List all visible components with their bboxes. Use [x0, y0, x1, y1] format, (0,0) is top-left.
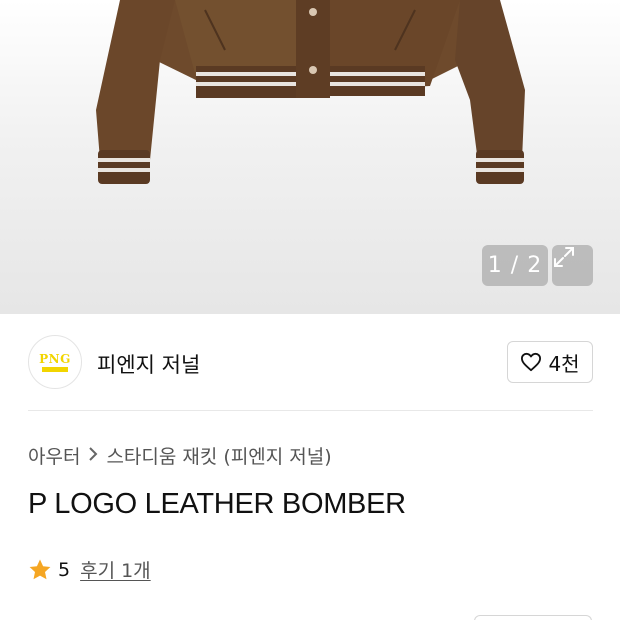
brand-logo-bar	[42, 366, 68, 372]
breadcrumb-category[interactable]: 아우터	[28, 442, 80, 469]
product-image-gallery[interactable]: 1 / 2	[0, 0, 620, 314]
image-counter: 1 / 2	[482, 245, 548, 286]
like-count: 4천	[548, 351, 580, 376]
breadcrumb: 아우터 스타디움 재킷 (피엔지 저널)	[28, 442, 332, 469]
brand-logo[interactable]: PNG	[28, 335, 82, 389]
breadcrumb-subcategory[interactable]: 스타디움 재킷 (피엔지 저널)	[106, 442, 331, 469]
rating-score: 5	[58, 558, 71, 581]
rating-row: 5 후기 1개	[28, 556, 151, 583]
like-button[interactable]: 4천	[507, 341, 593, 383]
fullscreen-button[interactable]	[552, 245, 593, 286]
chevron-right-icon	[88, 446, 98, 465]
reviews-link[interactable]: 후기 1개	[80, 556, 151, 583]
image-counter-text: 1 / 2	[487, 253, 543, 278]
brand-logo-text: PNG	[39, 351, 71, 366]
brand-name-link[interactable]: 피엔지 저널	[97, 349, 200, 379]
star-icon	[29, 559, 51, 579]
expand-icon	[554, 247, 574, 267]
heart-icon	[521, 352, 542, 372]
brand-row: PNG 피엔지 저널 4천	[28, 334, 593, 390]
partial-button[interactable]	[474, 615, 592, 620]
divider	[28, 410, 593, 411]
product-title: P LOGO LEATHER BOMBER	[28, 488, 406, 520]
